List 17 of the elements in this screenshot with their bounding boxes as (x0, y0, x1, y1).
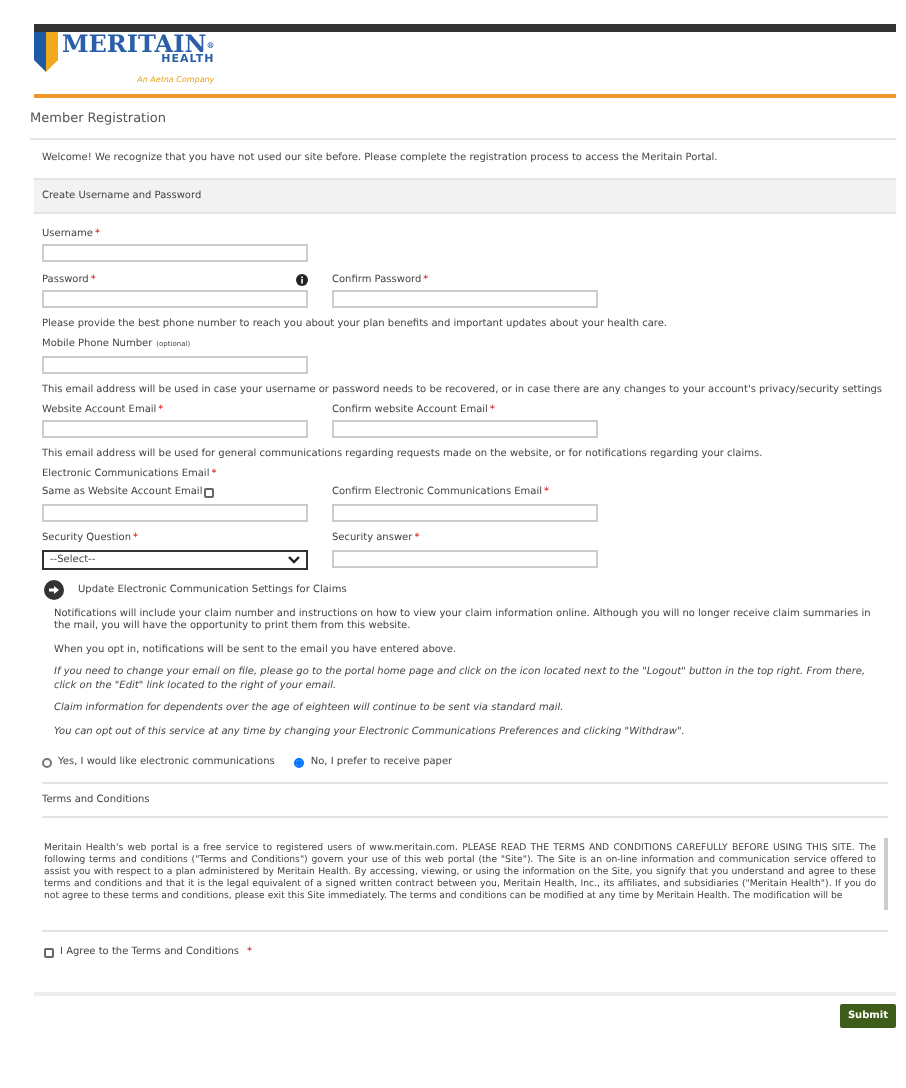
input-field[interactable] (42, 355, 308, 374)
same-as-checkbox[interactable] (204, 487, 215, 498)
logo-shield-icon (34, 32, 58, 72)
input-field[interactable] (332, 420, 598, 439)
input-field[interactable] (332, 290, 598, 309)
radio-option[interactable] (42, 758, 52, 769)
info-icon[interactable] (296, 273, 308, 286)
input-field[interactable] (42, 244, 308, 263)
chevron-down-icon (288, 555, 300, 564)
input-field[interactable] (42, 290, 308, 309)
input-field[interactable] (42, 420, 308, 439)
radio-option[interactable] (294, 758, 305, 769)
input-field[interactable] (332, 549, 598, 568)
input-field[interactable] (332, 503, 598, 522)
agree-checkbox[interactable] (44, 948, 54, 959)
input-field[interactable] (42, 503, 308, 522)
arrow-right-icon[interactable] (44, 579, 64, 600)
